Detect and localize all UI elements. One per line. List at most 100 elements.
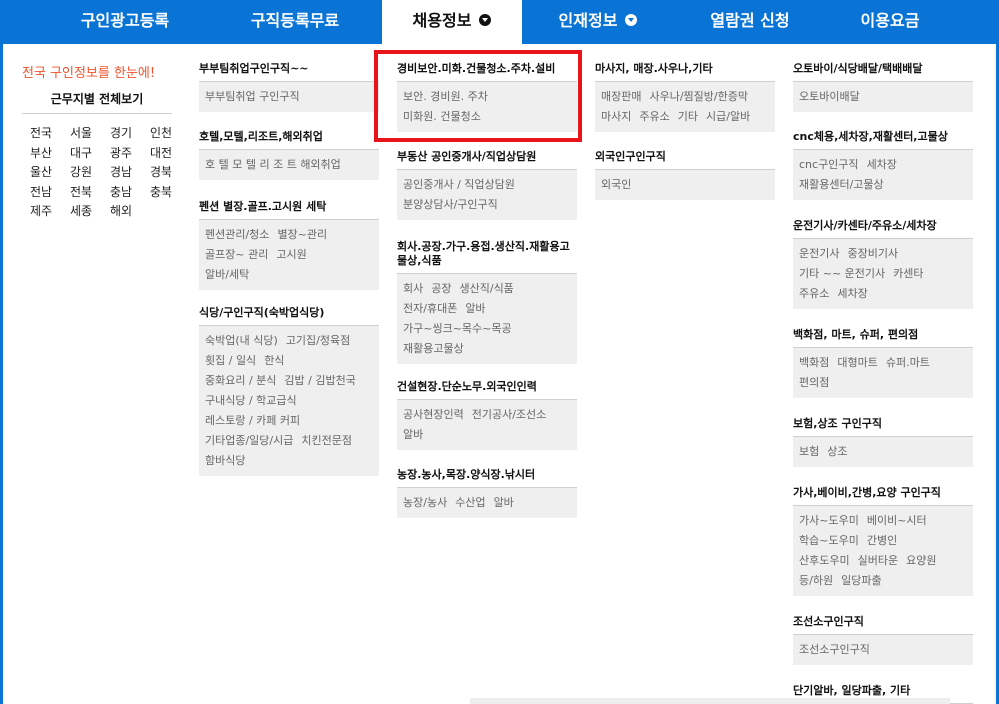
category-link[interactable]: 등/하원 — [799, 574, 833, 587]
category-link[interactable]: 회사 — [403, 282, 423, 295]
category-link[interactable]: 별장~관리 — [277, 228, 327, 241]
category-title[interactable]: 운전기사/카센타/주유소/세차장 — [793, 219, 973, 239]
category-link[interactable]: 기타 ~~ 운전기사 — [799, 267, 885, 280]
category-title[interactable]: 펜션 별장.골프.고시원 세탁 — [199, 200, 379, 220]
category-link[interactable]: 대형마트 — [837, 356, 877, 369]
region-link[interactable]: 인천 — [150, 124, 172, 141]
category-link[interactable]: 마사지 — [601, 110, 631, 123]
nav-item-talent-info[interactable]: 인재정보 — [528, 0, 668, 44]
category-link[interactable]: 알바 — [403, 428, 423, 441]
category-link[interactable]: 기타업종/일당/시급 — [205, 434, 293, 447]
region-link[interactable]: 세종 — [70, 202, 92, 219]
category-title[interactable]: 부부팀취업구인구직~~ — [199, 62, 379, 82]
nav-item-job-info[interactable]: 채용정보 — [382, 0, 522, 44]
nav-item-access-request[interactable]: 열람권 신청 — [680, 0, 820, 44]
region-link[interactable]: 충북 — [150, 183, 172, 200]
category-link[interactable]: 알바 — [494, 496, 514, 509]
category-title[interactable]: 보험,상조 구인구직 — [793, 417, 973, 437]
category-title[interactable]: 농장.농사,목장.양식장.낚시터 — [397, 468, 577, 488]
category-link[interactable]: 외국인 — [601, 178, 631, 191]
category-link[interactable]: 전기공사/조선소 — [472, 408, 547, 421]
category-link[interactable]: 주유소 — [639, 110, 669, 123]
category-title[interactable]: 호텔,모텔,리조트,해외취업 — [199, 130, 379, 150]
category-link[interactable]: 슈퍼.마트 — [886, 356, 930, 369]
region-link[interactable]: 광주 — [110, 144, 132, 161]
category-link[interactable]: 펜션관리/청소 — [205, 228, 269, 241]
category-link[interactable]: 호 텔 모 텔 리 조 트 해외취업 — [205, 158, 341, 171]
category-title[interactable]: 백화점, 마트, 슈퍼, 편의점 — [793, 328, 973, 348]
category-title[interactable]: 마사지, 매장.사우나,기타 — [595, 62, 775, 82]
category-link[interactable]: 수산업 — [455, 496, 485, 509]
region-link[interactable]: 서울 — [70, 124, 92, 141]
category-link[interactable]: 보안. 경비원. 주차 — [403, 90, 488, 103]
category-link[interactable]: 세차장 — [867, 158, 897, 171]
category-link[interactable]: 오토바이배달 — [799, 90, 860, 103]
category-link[interactable]: 기타 — [678, 110, 698, 123]
nav-item-resume-register[interactable]: 구직등록무료 — [220, 0, 370, 44]
category-link[interactable]: 일당파출 — [841, 574, 881, 587]
category-title[interactable]: 외국인구인구직 — [595, 150, 775, 170]
region-link[interactable]: 울산 — [30, 163, 52, 180]
region-link[interactable]: 제주 — [30, 202, 52, 219]
category-link[interactable]: 카센타 — [893, 267, 923, 280]
category-title[interactable]: 식당/구인구직(숙박업식당) — [199, 306, 379, 326]
category-link[interactable]: 중화요리 / 분식 — [205, 374, 276, 387]
category-link[interactable]: 중장비기사 — [847, 247, 898, 260]
region-link[interactable]: 경북 — [150, 163, 172, 180]
region-link[interactable]: 전남 — [30, 183, 52, 200]
category-link[interactable]: 숙박업(내 식당) — [205, 334, 278, 347]
category-link[interactable]: 부부팀취업 구인구직 — [205, 90, 300, 103]
category-title[interactable]: 경비보안.미화.건물청소.주차.설비 — [397, 62, 577, 82]
category-link[interactable]: 베이비~시터 — [867, 514, 927, 527]
category-link[interactable]: 산후도우미 — [799, 554, 850, 567]
category-title[interactable]: 조선소구인구직 — [793, 615, 973, 635]
category-link[interactable]: 요양원 — [906, 554, 936, 567]
category-link[interactable]: 전자/휴대폰 — [403, 302, 457, 315]
category-link[interactable]: 농장/농사 — [403, 496, 447, 509]
category-link[interactable]: 가사~도우미 — [799, 514, 859, 527]
category-title[interactable]: 가사,베이비,간병,요양 구인구직 — [793, 486, 973, 506]
category-link[interactable]: 세차장 — [837, 287, 867, 300]
category-title[interactable]: 오토바이/식당배달/택배배달 — [793, 62, 973, 82]
category-link[interactable]: 재활용고물상 — [403, 342, 464, 355]
category-link[interactable]: 김밥 / 김밥천국 — [284, 374, 355, 387]
category-title[interactable]: cnc체용,세차장,재활센터,고물상 — [793, 130, 973, 150]
category-link[interactable]: 고시원 — [276, 248, 306, 261]
category-link[interactable]: 간병인 — [867, 534, 897, 547]
category-link[interactable]: 미화원. 건물청소 — [403, 110, 481, 123]
category-link[interactable]: 보험 — [799, 445, 819, 458]
category-link[interactable]: 학습~도우미 — [799, 534, 859, 547]
region-link[interactable]: 전국 — [30, 124, 52, 141]
category-link[interactable]: 공인중개사 / 직업상담원 — [403, 178, 515, 191]
category-link[interactable]: 재활용센터/고물상 — [799, 178, 884, 191]
category-link[interactable]: 레스토랑 / 카페 커피 — [205, 414, 300, 427]
category-link[interactable]: 상조 — [827, 445, 847, 458]
nav-item-pricing[interactable]: 이용요금 — [820, 0, 960, 44]
region-link[interactable]: 강원 — [70, 163, 92, 180]
category-link[interactable]: 편의점 — [799, 376, 829, 389]
category-link[interactable]: 가구~씽크~목수~목공 — [403, 322, 512, 335]
region-link[interactable]: 대전 — [150, 144, 172, 161]
category-link[interactable]: 공장 — [431, 282, 451, 295]
category-link[interactable]: 주유소 — [799, 287, 829, 300]
category-title[interactable]: 회사.공장.가구.용접.생산직.재활용고물상,식품 — [397, 240, 577, 274]
category-link[interactable]: 분양상담사/구인구직 — [403, 198, 498, 211]
region-link[interactable]: 경남 — [110, 163, 132, 180]
category-link[interactable]: 알바/세탁 — [205, 268, 249, 281]
region-link[interactable]: 부산 — [30, 144, 52, 161]
category-link[interactable]: 횟집 / 일식 — [205, 354, 256, 367]
category-link[interactable]: 한식 — [264, 354, 284, 367]
category-link[interactable]: 치킨전문점 — [301, 434, 352, 447]
category-link[interactable]: 실버타운 — [858, 554, 898, 567]
category-link[interactable]: 백화점 — [799, 356, 829, 369]
category-title[interactable]: 건설현장.단순노무.외국인인력 — [397, 380, 577, 400]
category-link[interactable]: 시급/알바 — [706, 110, 750, 123]
category-link[interactable]: 구내식당 / 학교급식 — [205, 394, 297, 407]
category-link[interactable]: 매장판매 — [601, 90, 641, 103]
region-link[interactable]: 대구 — [70, 144, 92, 161]
category-link[interactable]: 골프장~ 관리 — [205, 248, 268, 261]
category-link[interactable]: 운전기사 — [799, 247, 839, 260]
category-link[interactable]: 생산직/식품 — [460, 282, 514, 295]
category-link[interactable]: 함바식당 — [205, 454, 245, 467]
region-link[interactable]: 경기 — [110, 124, 132, 141]
